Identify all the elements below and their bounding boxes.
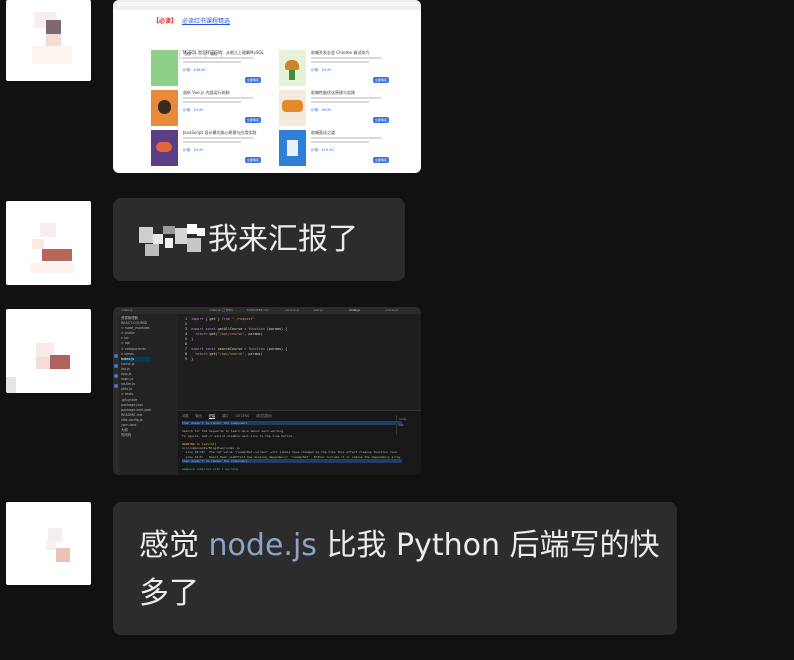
course-card: JavaScript 设计模式核心原理与应用实践 价格：¥9.90 立即购买	[151, 130, 263, 168]
course-price: 价格：¥6.90	[311, 108, 332, 112]
buy-button: 立即购买	[373, 117, 389, 123]
course-card: 前端性能优化原理与实践 价格：¥6.90 立即购买	[279, 90, 391, 128]
avatar[interactable]	[6, 309, 91, 393]
page-title: 必读红书课程精选	[181, 18, 230, 25]
terminal-output: than doesn't re-render the component. Se…	[182, 421, 403, 472]
panel-tab: 输出	[195, 414, 202, 418]
editor-tab: course.js	[385, 308, 399, 312]
editor-tab-bar: index.js index.js (工作树) EXPLORER.md serv…	[113, 307, 421, 314]
course-card: 前端开发必会 Chrome 调试技巧 价格：¥9.90 立即购买	[279, 50, 391, 88]
terminal-item: node	[399, 417, 407, 421]
panel-tab: GITLENS	[235, 414, 250, 418]
course-price: 价格：¥46.80	[183, 68, 206, 72]
editor-tab: EXPLORER.md	[247, 308, 269, 312]
code-editor-screenshot[interactable]: index.js index.js (工作树) EXPLORER.md serv…	[113, 307, 421, 475]
avatar[interactable]	[6, 0, 91, 81]
file-tree: 资源管理器 REACT-COURSE > node_modules > public v…	[121, 316, 152, 438]
editor-tab: index.js	[121, 308, 133, 312]
course-price: 价格：¥4.90	[183, 108, 204, 112]
editor-tab: service.js	[285, 308, 300, 312]
terminal-line: webpack compiled with 1 warning	[182, 467, 238, 472]
file-explorer: 资源管理器 REACT-COURSE > node_modules > public v…	[119, 314, 178, 475]
book-cover	[151, 50, 178, 86]
book-cover	[279, 130, 306, 166]
editor-tab: node.js	[349, 308, 360, 312]
panel-tabs: 问题 输出 终端 端口 GITLENS 调试控制台	[182, 413, 279, 419]
book-cover	[151, 130, 178, 166]
message-text: 感觉 node.js 比我 Python 后端写的快多了	[139, 528, 660, 611]
book-cover	[279, 90, 306, 126]
browser-screenshot[interactable]: 【必读】 必读红书课程精选 推荐 全部 课程 MySQL 是怎样运行的：从根儿上…	[113, 0, 421, 173]
course-title: MySQL 是怎样运行的：从根儿上理解MySQL	[183, 50, 264, 55]
course-price: 价格：¥9.90	[183, 148, 204, 152]
panel-tab: 终端	[208, 414, 216, 419]
course-card: 前端面试之道 价格：¥19.90 立即购买	[279, 130, 391, 168]
message-link[interactable]: node.js	[209, 528, 317, 563]
code-line: 9 }	[183, 357, 194, 361]
course-title: 前端开发必会 Chrome 调试技巧	[311, 50, 370, 55]
buy-button: 立即购买	[245, 117, 261, 123]
browser-tab-bar	[113, 0, 421, 10]
course-title: 剖析 Vue.js 内部运行机制	[183, 90, 230, 95]
course-price: 价格：¥9.90	[311, 68, 332, 72]
editor-tab: index.js (工作树)	[209, 308, 233, 312]
book-cover	[151, 90, 178, 126]
course-card: MySQL 是怎样运行的：从根儿上理解MySQL 价格：¥46.80 立即购买	[151, 50, 264, 88]
course-price: 价格：¥19.90	[311, 148, 334, 152]
buy-button: 立即购买	[373, 77, 389, 83]
terminal-line: Line 10:36: The ref value 'renderRef.cur…	[182, 450, 399, 455]
terminal-item: zsh	[399, 423, 405, 427]
file-tree-item: 时间线	[121, 433, 132, 438]
buy-button: 立即购买	[245, 77, 261, 83]
book-cover	[279, 50, 306, 86]
course-card: 剖析 Vue.js 内部运行机制 价格：¥4.90 立即购买	[151, 90, 263, 128]
terminal-panel: 问题 输出 终端 端口 GITLENS 调试控制台 than doesn't re-ren…	[178, 410, 421, 475]
buy-button: 立即购买	[245, 157, 261, 163]
panel-tab: 调试控制台	[256, 414, 272, 418]
panel-tab: 端口	[222, 414, 229, 418]
code-area: 1 import { get } from "./request" 2 3 ex…	[183, 317, 287, 362]
course-title: JavaScript 设计模式核心原理与应用实践	[183, 130, 257, 135]
buy-button: 立即购买	[373, 157, 389, 163]
course-title: 前端面试之道	[311, 130, 335, 135]
course-page-header: 【必读】 必读红书课程精选	[153, 16, 230, 25]
course-title: 前端性能优化原理与实践	[311, 90, 355, 95]
avatar[interactable]	[6, 502, 91, 585]
panel-tab: 问题	[182, 414, 189, 418]
avatar[interactable]	[6, 201, 91, 285]
message-text: 我来汇报了	[208, 222, 358, 257]
terminal-list: node zsh	[396, 415, 421, 435]
editor-tab: user.js	[313, 308, 323, 312]
site-logo: 【必读】	[153, 18, 178, 25]
